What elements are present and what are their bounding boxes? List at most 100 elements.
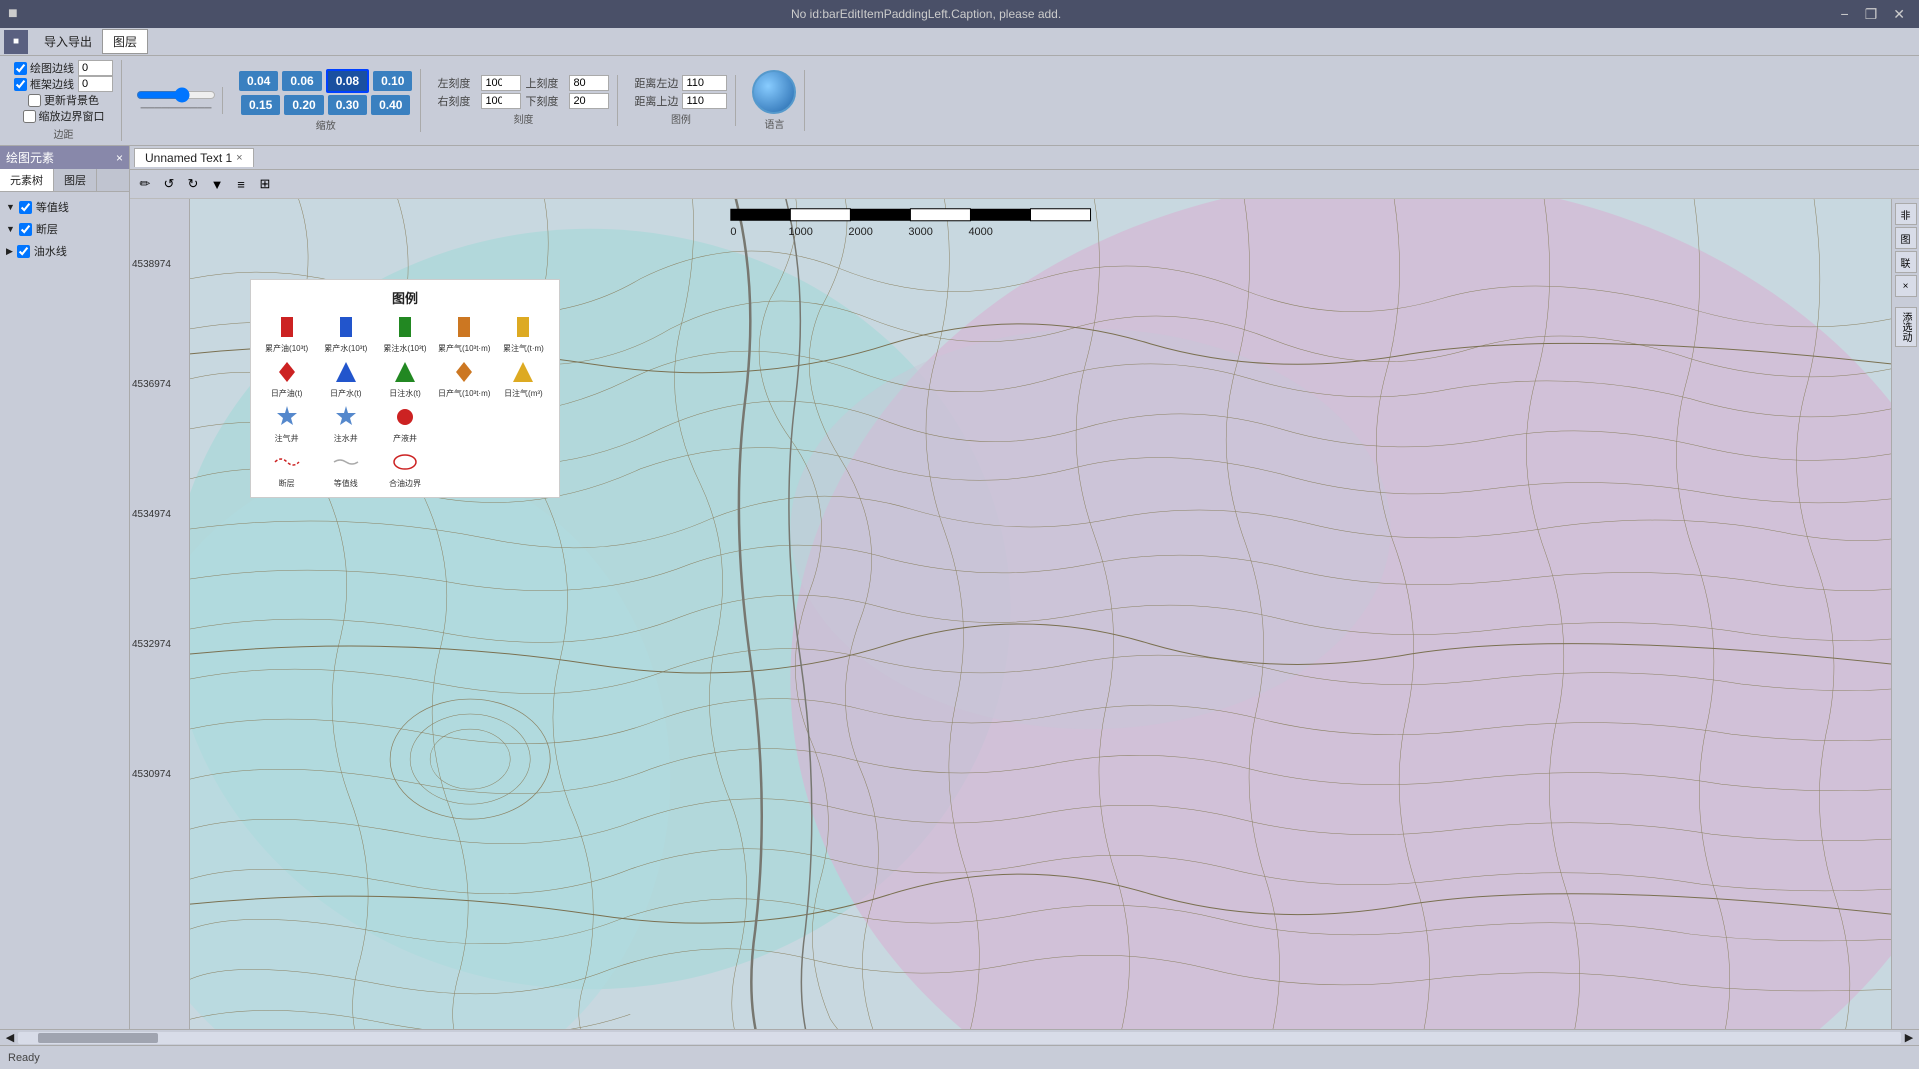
menu-layers[interactable]: 图层	[102, 29, 148, 54]
top-margin-input[interactable]	[569, 75, 609, 91]
window-controls: − ❐ ✕	[1835, 4, 1911, 25]
legend-title: 图例	[259, 288, 551, 307]
toolbar-edge-row1: 绘图边线	[14, 60, 113, 76]
legend-label-8: 日产气(10³t·m)	[438, 388, 490, 399]
horizontal-scrollbar[interactable]: ◀ ▶	[0, 1029, 1919, 1045]
scale-006[interactable]: 0.06	[282, 71, 321, 91]
map-tab-unnamed[interactable]: Unnamed Text 1 ×	[134, 148, 254, 167]
layer-check-fault[interactable]	[19, 223, 32, 236]
scale-040[interactable]: 0.40	[371, 95, 410, 115]
legend-label-17: 合油边界	[389, 478, 421, 489]
map-tab-close-icon[interactable]: ×	[236, 152, 242, 164]
restore-button[interactable]: ❐	[1859, 4, 1884, 25]
layout-icon-btn[interactable]: ⊞	[254, 173, 276, 195]
grid-icon-btn[interactable]: ≡	[230, 173, 252, 195]
layer-list: ▼ 等值线 ▼ 断层 ▶ 油水线	[0, 192, 129, 266]
toolbar-distance-group: 距离左边 距离上边 图例	[626, 75, 736, 126]
close-button[interactable]: ✕	[1887, 4, 1911, 25]
rp-btn-1[interactable]: 图	[1895, 227, 1917, 249]
legend-symbol-2	[391, 313, 419, 341]
language-button[interactable]	[752, 70, 796, 114]
dropdown-icon-btn[interactable]: ▼	[206, 173, 228, 195]
bottom-margin-input[interactable]	[569, 93, 609, 109]
draw-edge-value[interactable]	[78, 60, 113, 76]
menu-import-export[interactable]: 导入导出	[34, 30, 102, 53]
zoom-slider[interactable]	[136, 87, 216, 103]
hscroll-right-btn[interactable]: ▶	[1901, 1031, 1917, 1044]
legend-symbol-14	[509, 403, 537, 431]
legend-label-1: 累产水(10³t)	[324, 343, 367, 354]
expand-icon-contour: ▼	[6, 202, 15, 212]
right-margin-input[interactable]	[481, 93, 521, 109]
left-panel: 绘图元素 × 元素树 图层 ▼ 等值线 ▼ 断层 ▶ 油水线	[0, 146, 130, 1029]
legend-item-10: 注气井	[259, 403, 314, 444]
undo-icon-btn[interactable]: ↺	[158, 173, 180, 195]
toolbar-edge-group: 绘图边线 框架边线 更新背景色 缩放边界窗口 边距	[6, 60, 122, 141]
edit-icon-btn[interactable]: ✏	[134, 173, 156, 195]
y-label-0: 4538974	[132, 259, 171, 270]
rp-btn-2[interactable]: 联	[1895, 251, 1917, 273]
y-label-1: 4536974	[132, 379, 171, 390]
map-icon-toolbar: ✏ ↺ ↻ ▼ ≡ ⊞	[130, 170, 1919, 199]
left-margin-input[interactable]	[481, 75, 521, 91]
scale-008[interactable]: 0.08	[326, 69, 369, 93]
redo-icon-btn[interactable]: ↻	[182, 173, 204, 195]
legend-item-3: 累产气(10³t·m)	[437, 313, 492, 354]
compress-group-label: 缩放	[316, 117, 336, 132]
diagram-group-label: 图例	[671, 111, 691, 126]
map-area[interactable]: 0 1000 2000 3000 4000 图例	[190, 199, 1891, 1029]
toolbar-slider-group: ──────────	[130, 87, 223, 114]
legend-item-4: 累注气(t·m)	[496, 313, 551, 354]
legend-label-16: 等值线	[334, 478, 358, 489]
resize-input[interactable]	[23, 110, 36, 123]
hscroll-left-btn[interactable]: ◀	[2, 1031, 18, 1044]
scale-030[interactable]: 0.30	[328, 95, 367, 115]
y-label-3: 4532974	[132, 639, 171, 650]
rp-btn-0[interactable]: 非	[1895, 203, 1917, 225]
map-container: Unnamed Text 1 × ✏ ↺ ↻ ▼ ≡ ⊞ 4538974 453…	[130, 146, 1919, 1029]
app-menu-icon[interactable]: ■	[4, 30, 28, 54]
toolbar-language-group: 语言	[744, 70, 805, 131]
draw-edge-checkbox[interactable]: 绘图边线	[14, 60, 74, 76]
toolbar-edge-row3: 更新背景色	[28, 92, 99, 108]
update-bg-input[interactable]	[28, 94, 41, 107]
dist-left-input[interactable]	[682, 75, 727, 91]
panel-tabs: 元素树 图层	[0, 169, 129, 192]
layer-item-oilwater[interactable]: ▶ 油水线	[0, 240, 129, 262]
draw-edge-input[interactable]	[14, 62, 27, 75]
legend-item-17: 合油边界	[377, 448, 432, 489]
layer-item-fault[interactable]: ▼ 断层	[0, 218, 129, 240]
hscroll-track[interactable]	[18, 1032, 1901, 1044]
legend-symbol-17	[391, 448, 419, 476]
layer-item-contour[interactable]: ▼ 等值线	[0, 196, 129, 218]
scale-004[interactable]: 0.04	[239, 71, 278, 91]
legend-item-13	[437, 403, 492, 444]
layer-check-oilwater[interactable]	[17, 245, 30, 258]
dist-top-input[interactable]	[682, 93, 727, 109]
hscroll-thumb[interactable]	[38, 1033, 158, 1043]
tab-layers[interactable]: 图层	[54, 169, 97, 191]
legend-symbol-5	[273, 358, 301, 386]
tab-element-tree[interactable]: 元素树	[0, 169, 54, 191]
left-margin-label: 左刻度	[437, 75, 477, 91]
scale-015[interactable]: 0.15	[241, 95, 280, 115]
rp-btn-4[interactable]: 添选动	[1895, 307, 1917, 347]
resize-checkbox[interactable]: 缩放边界窗口	[23, 108, 105, 124]
titlebar: ■ No id:barEditItemPaddingLeft.Caption, …	[0, 0, 1919, 28]
layer-check-contour[interactable]	[19, 201, 32, 214]
svg-text:0: 0	[730, 226, 736, 238]
update-bg-checkbox[interactable]: 更新背景色	[28, 92, 99, 108]
framework-edge-value[interactable]	[78, 76, 113, 92]
menubar: ■ 导入导出 图层	[0, 28, 1919, 56]
rp-btn-3[interactable]: ×	[1895, 275, 1917, 297]
framework-edge-input[interactable]	[14, 78, 27, 91]
dist-top-label: 距离上边	[634, 93, 678, 109]
scale-group-label: 刻度	[513, 111, 533, 126]
scale-010[interactable]: 0.10	[373, 71, 412, 91]
framework-edge-checkbox[interactable]: 框架边线	[14, 76, 74, 92]
scale-020[interactable]: 0.20	[284, 95, 323, 115]
window-title: No id:barEditItemPaddingLeft.Caption, pl…	[791, 7, 1061, 21]
panel-close-icon[interactable]: ×	[116, 151, 123, 165]
minimize-button[interactable]: −	[1835, 4, 1855, 25]
legend-label-11: 注水井	[334, 433, 358, 444]
